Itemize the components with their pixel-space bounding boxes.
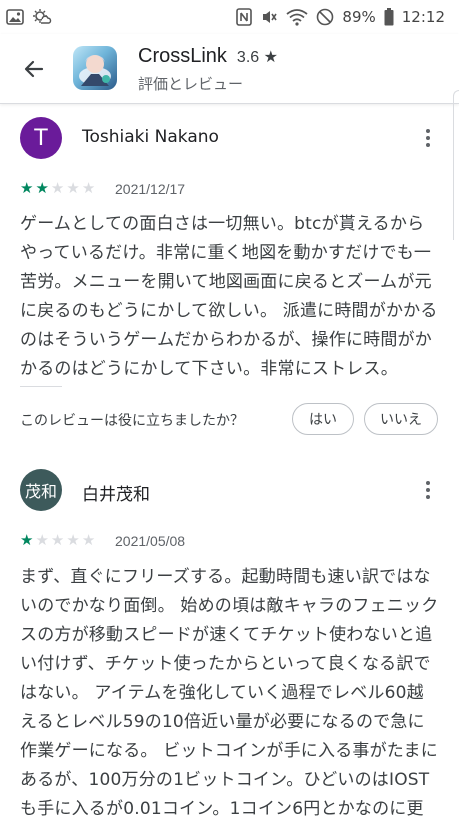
helpful-question: このレビューは役に立ちましたか？ xyxy=(20,413,244,429)
helpful-no-button[interactable]: いいえ xyxy=(364,403,438,435)
weather-icon xyxy=(32,8,52,26)
back-button[interactable] xyxy=(18,53,50,85)
star-icon: ★ xyxy=(35,179,49,197)
mute-icon xyxy=(260,8,278,26)
star-icon: ★ xyxy=(81,531,96,549)
page-subtitle: 評価とレビュー xyxy=(138,75,244,93)
avatar: T xyxy=(20,117,62,159)
divider xyxy=(20,386,62,387)
status-bar: 89% 12:12 xyxy=(0,0,459,34)
gallery-icon xyxy=(6,9,24,25)
star-rating: ★ ★ ★ ★ ★ xyxy=(20,533,95,548)
review-author: Toshiaki Nakano xyxy=(82,127,219,147)
battery-icon xyxy=(384,8,394,26)
do-not-disturb-icon xyxy=(316,8,334,26)
review-text: まず、直ぐにフリーズする。起動時間も速い訳ではないのでかなり面倒。 始めの頃は敵… xyxy=(20,567,439,816)
app-bar: CrossLink 3.6 ★ 評価とレビュー xyxy=(0,34,459,104)
star-icon: ★ xyxy=(66,179,80,197)
app-icon[interactable] xyxy=(73,46,117,90)
star-rating: ★ ★ ★ ★ ★ xyxy=(20,181,95,196)
wifi-icon xyxy=(286,8,308,26)
more-options-button[interactable] xyxy=(416,475,440,505)
star-icon: ★ xyxy=(20,179,34,197)
star-icon: ★ xyxy=(50,179,65,197)
review-date: 2021/12/17 xyxy=(115,181,186,197)
star-icon: ★ xyxy=(81,179,96,197)
clock: 12:12 xyxy=(401,8,445,26)
avatar: 茂和 xyxy=(20,469,62,511)
star-icon: ★ xyxy=(66,531,80,549)
review-author: 白井茂和 xyxy=(82,485,150,505)
battery-percent: 89% xyxy=(342,8,376,26)
arrow-back-icon xyxy=(24,60,44,78)
scroll-edge xyxy=(453,90,459,240)
more-options-button[interactable] xyxy=(416,123,440,153)
review-text: ゲームとしての面白さは一切無い。btcが貰えるからやっているだけ。非常に重く地図… xyxy=(20,214,438,379)
app-rating: 3.6 ★ xyxy=(236,49,278,66)
star-icon: ★ xyxy=(35,531,49,549)
app-name: CrossLink xyxy=(138,45,227,67)
review-date: 2021/05/08 xyxy=(115,533,186,549)
star-icon: ★ xyxy=(50,531,65,549)
helpful-yes-button[interactable]: はい xyxy=(292,403,354,435)
star-icon: ★ xyxy=(20,531,34,549)
nfc-icon xyxy=(236,8,253,26)
